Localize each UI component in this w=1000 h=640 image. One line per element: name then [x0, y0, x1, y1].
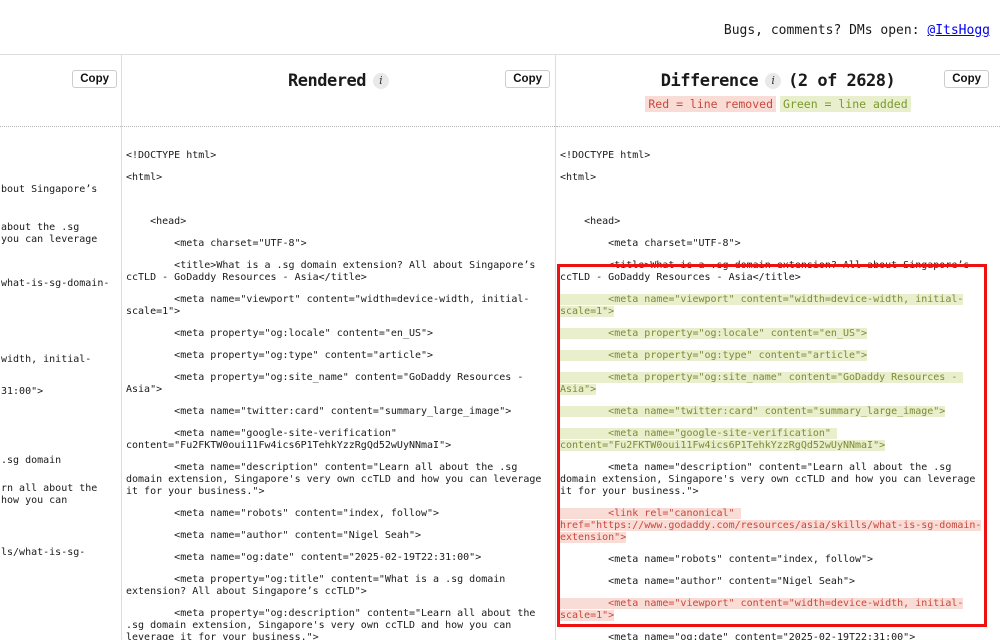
code-fragment: 31:00"> [1, 386, 43, 398]
code-fragment: how you can [1, 495, 67, 507]
copy-button-difference[interactable]: Copy [944, 70, 989, 88]
rendered-panel-title: Rendered [288, 71, 366, 91]
code-line: <meta charset="UTF-8"> [126, 238, 552, 250]
code-line: <meta name="google-site-verification" co… [560, 428, 986, 452]
code-line: <meta charset="UTF-8"> [560, 238, 986, 250]
top-bar: Bugs, comments? DMs open: @ItsHogg [0, 0, 1000, 55]
code-line: <meta property="og:type" content="articl… [126, 350, 552, 362]
rendered-title-row: Rendered i [122, 55, 555, 91]
diff-tool-app: Bugs, comments? DMs open: @ItsHogg Copy … [0, 0, 1000, 640]
code-line: <meta property="og:site_name" content="G… [126, 372, 552, 396]
code-line: <meta name="robots" content="index, foll… [126, 508, 552, 520]
raw-code-area: bout Singapore’s about the .sgyou can lev… [0, 127, 121, 639]
code-line: <meta name="author" content="Nigel Seah"… [126, 530, 552, 542]
code-line: <title>What is a .sg domain extension? A… [126, 260, 552, 284]
code-line: <!DOCTYPE html> [560, 150, 986, 162]
diff-counter: (2 of 2628) [788, 71, 895, 91]
code-line: <meta name="robots" content="index, foll… [560, 554, 986, 566]
panel-rendered: Rendered i Copy <!DOCTYPE html> <html> <h… [122, 55, 556, 640]
code-fragment: about the .sg [1, 222, 79, 234]
code-line: <meta name="viewport" content="width=dev… [560, 294, 986, 318]
code-fragment: rn all about the [1, 483, 97, 495]
code-line: <!DOCTYPE html> [126, 150, 552, 162]
code-line: <head> [560, 216, 986, 228]
code-line: <title>What is a .sg domain extension? A… [560, 260, 986, 284]
code-line: <link rel="canonical" href="https://www.… [560, 508, 986, 544]
code-line: <html> [560, 172, 986, 184]
code-fragment: ls/what-is-sg- [1, 547, 85, 559]
feedback-message: Bugs, comments? DMs open: [724, 23, 928, 38]
code-line: <meta property="og:type" content="articl… [560, 350, 986, 362]
copy-button-raw[interactable]: Copy [72, 70, 117, 88]
code-line [560, 194, 986, 206]
code-line: <meta name="description" content="Learn … [560, 462, 986, 498]
code-line: <meta name="description" content="Learn … [126, 462, 552, 498]
code-line: <meta name="viewport" content="width=dev… [560, 598, 986, 622]
code-fragment: what-is-sg-domain- [1, 278, 109, 290]
difference-panel-title: Difference [661, 71, 758, 91]
raw-panel-header: Copy [0, 55, 121, 127]
code-line: <meta name="og:date" content="2025-02-19… [126, 552, 552, 564]
code-fragment: width, initial- [1, 354, 91, 366]
panel-container: Copy bout Singapore’s about the .sgyou ca… [0, 55, 1000, 640]
code-line: <meta property="og:locale" content="en_U… [126, 328, 552, 340]
code-line: <meta property="og:locale" content="en_U… [560, 328, 986, 340]
code-line: <meta property="og:title" content="What … [126, 574, 552, 598]
info-icon[interactable]: i [373, 73, 389, 89]
diff-legend: Red = line removed Green = line added [556, 96, 1000, 112]
copy-button-rendered[interactable]: Copy [505, 70, 550, 88]
info-icon[interactable]: i [765, 73, 781, 89]
twitter-handle-link[interactable]: @ItsHogg [927, 23, 990, 38]
difference-code-area: <!DOCTYPE html> <html> <head> <meta chars… [560, 150, 1000, 640]
code-fragment: you can leverage [1, 234, 97, 246]
code-fragment: .sg domain [1, 455, 61, 467]
code-line: <head> [126, 216, 552, 228]
code-line [126, 194, 552, 206]
panel-raw-source: Copy bout Singapore’s about the .sgyou ca… [0, 55, 122, 640]
rendered-code-area: <!DOCTYPE html> <html> <head> <meta chars… [126, 150, 555, 640]
code-line: <meta name="og:date" content="2025-02-19… [560, 632, 986, 640]
legend-removed: Red = line removed [645, 96, 776, 112]
rendered-panel-header: Rendered i Copy [122, 55, 555, 127]
code-line: <meta name="twitter:card" content="summa… [126, 406, 552, 418]
code-line: <meta name="viewport" content="width=dev… [126, 294, 552, 318]
code-fragment: bout Singapore’s [1, 184, 97, 196]
panel-difference: Difference i (2 of 2628) Red = line remo… [556, 55, 1000, 640]
code-line: <meta property="og:site_name" content="G… [560, 372, 986, 396]
code-line: <html> [126, 172, 552, 184]
code-line: <meta name="twitter:card" content="summa… [560, 406, 986, 418]
code-line: <meta name="author" content="Nigel Seah"… [560, 576, 986, 588]
difference-title-row: Difference i (2 of 2628) [556, 55, 1000, 91]
code-line: <meta name="google-site-verification" co… [126, 428, 552, 452]
difference-panel-header: Difference i (2 of 2628) Red = line remo… [556, 55, 1000, 127]
code-line: <meta property="og:description" content=… [126, 608, 552, 640]
legend-added: Green = line added [780, 96, 911, 112]
